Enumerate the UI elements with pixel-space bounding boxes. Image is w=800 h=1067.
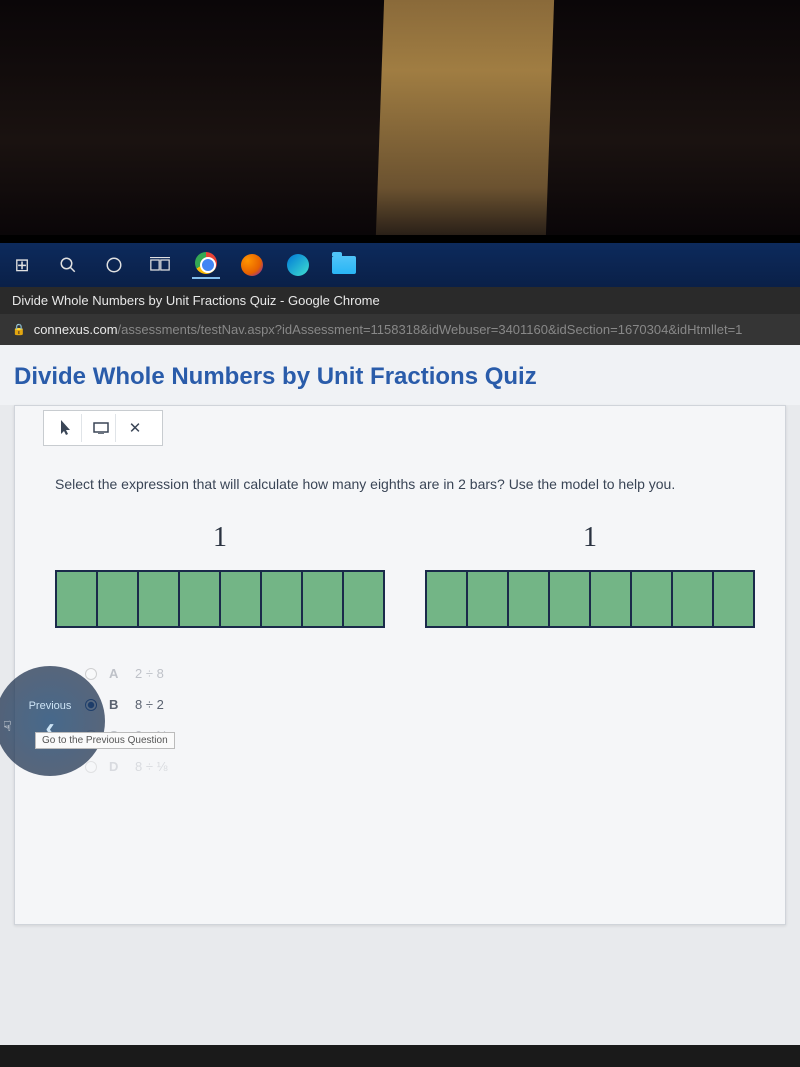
answer-choice-b[interactable]: B 8 ÷ 2 [85,689,755,720]
search-icon[interactable] [54,251,82,279]
url-text: connexus.com/assessments/testNav.aspx?id… [34,322,743,337]
start-icon[interactable]: ⊞ [8,251,36,279]
quiz-panel: ✕ Select the expression that will calcul… [14,405,786,925]
bar-segment [303,572,344,626]
answer-choice-c[interactable]: C 2 ÷ ⅛ [85,720,755,751]
window-title-bar: Divide Whole Numbers by Unit Fractions Q… [0,287,800,314]
bar-segment [262,572,303,626]
bar-label-2: 1 [425,522,755,554]
edge-icon[interactable] [284,251,312,279]
bar-segment [427,572,468,626]
address-bar[interactable]: 🔒 connexus.com/assessments/testNav.aspx?… [0,314,800,345]
answer-letter: A [109,666,123,681]
bar-group-1: 1 [55,522,385,628]
previous-tooltip: Go to the Previous Question [35,732,175,749]
quiz-toolbar: ✕ [43,410,163,446]
previous-button[interactable]: Previous ‹ ☟ Go to the Previous Question [0,666,105,776]
answer-text: 8 ÷ 2 [135,697,164,712]
close-tool-icon[interactable]: ✕ [120,414,150,442]
cortana-icon[interactable] [100,251,128,279]
screen-tool-icon[interactable] [86,414,116,442]
bar-segment [57,572,98,626]
radio-icon[interactable] [85,668,97,680]
question-text: Select the expression that will calculat… [55,476,755,492]
bar-segment [591,572,632,626]
bar-label-1: 1 [55,522,385,554]
bar-group-2: 1 [425,522,755,628]
windows-taskbar[interactable]: ⊞ [0,243,800,287]
bar-segment [221,572,262,626]
answer-choice-d[interactable]: D 8 ÷ ⅛ [85,751,755,782]
bar-segment [714,572,753,626]
answer-text: 8 ÷ ⅛ [135,759,167,774]
page-content: Divide Whole Numbers by Unit Fractions Q… [0,345,800,1045]
fraction-bar-2 [425,570,755,628]
bar-segment [632,572,673,626]
file-explorer-icon[interactable] [330,251,358,279]
bar-segment [180,572,221,626]
lock-icon: 🔒 [12,323,26,336]
bar-segment [139,572,180,626]
answer-letter: B [109,697,123,712]
monitor-screen: ⊞ Divide Whole Numbers by Unit Fractions… [0,235,800,1067]
bar-segment [468,572,509,626]
pointer-hand-icon: ☟ [3,718,12,735]
bar-segment [673,572,714,626]
fraction-bar-1 [55,570,385,628]
answer-choice-a[interactable]: A 2 ÷ 8 [85,658,755,689]
bar-segment [98,572,139,626]
bar-segment [509,572,550,626]
pointer-tool-icon[interactable] [52,414,82,442]
window-title-text: Divide Whole Numbers by Unit Fractions Q… [12,293,380,308]
door-light [376,0,554,235]
answer-letter: D [109,759,123,774]
fraction-bars: 1 1 [55,522,755,628]
radio-icon[interactable] [85,761,97,773]
bar-segment [344,572,383,626]
photo-background [0,0,800,235]
answer-text: 2 ÷ 8 [135,666,164,681]
answer-choices: A 2 ÷ 8 B 8 ÷ 2 C 2 ÷ ⅛ [85,658,755,782]
previous-label: Previous [29,700,72,712]
chrome-icon[interactable] [192,251,220,279]
bar-segment [550,572,591,626]
page-title: Divide Whole Numbers by Unit Fractions Q… [0,345,800,405]
task-view-icon[interactable] [146,251,174,279]
firefox-icon[interactable] [238,251,266,279]
